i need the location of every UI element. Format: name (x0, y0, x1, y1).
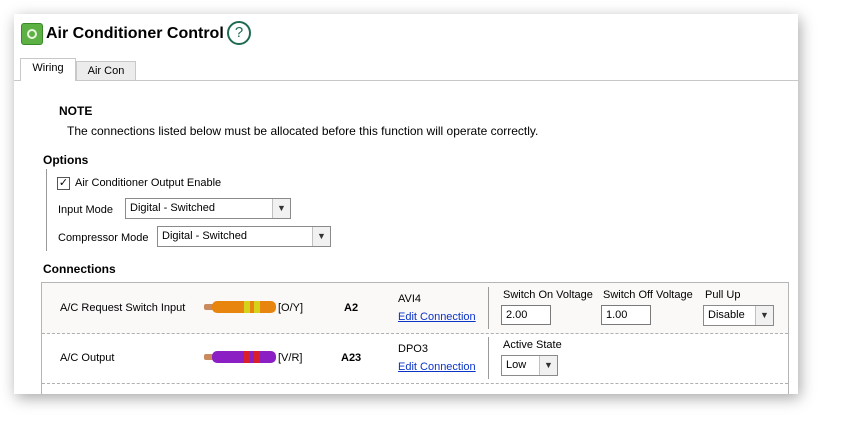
options-group-line (46, 169, 47, 251)
active-state-value: Low (506, 359, 527, 371)
edit-connection-link[interactable]: Edit Connection (398, 311, 476, 323)
options-heading: Options (43, 153, 89, 167)
chevron-down-icon[interactable]: ▼ (539, 356, 557, 375)
input-mode-value: Digital - Switched (130, 202, 215, 214)
connections-heading: Connections (43, 262, 116, 276)
title-bar: Air Conditioner Control ? (14, 14, 798, 58)
divider (488, 337, 489, 379)
output-enable-label: Air Conditioner Output Enable (75, 177, 222, 189)
divider (488, 287, 489, 329)
switch-off-voltage-label: Switch Off Voltage (603, 289, 693, 301)
edit-connection-link[interactable]: Edit Connection (398, 361, 476, 373)
window-title: Air Conditioner Control (46, 25, 224, 42)
output-enable-checkbox[interactable]: ✓ (57, 177, 70, 190)
pin-label: A2 (344, 302, 359, 314)
channel-label: AVI4 (398, 293, 422, 305)
tab-wiring[interactable]: Wiring (20, 58, 76, 81)
input-mode-label: Input Mode (58, 204, 114, 216)
switch-on-voltage-label: Switch On Voltage (503, 289, 593, 301)
chevron-down-icon[interactable]: ▼ (755, 306, 773, 325)
active-state-select[interactable]: Low ▼ (501, 355, 558, 376)
note-text: The connections listed below must be all… (67, 124, 539, 138)
channel-label: DPO3 (398, 343, 428, 355)
wire-orange-yellow-icon (204, 301, 276, 313)
connection-name: A/C Output (60, 352, 115, 364)
main-window: Air Conditioner Control ? Wiring Air Con… (14, 14, 798, 394)
app-icon (21, 23, 43, 45)
pull-up-select[interactable]: Disable ▼ (703, 305, 774, 326)
help-button[interactable]: ? (227, 21, 251, 45)
chevron-down-icon[interactable]: ▼ (272, 199, 290, 218)
compressor-mode-label: Compressor Mode (58, 232, 149, 244)
active-state-label: Active State (503, 339, 562, 351)
pin-label: A23 (341, 352, 362, 364)
wire-stripe (254, 301, 260, 313)
wire-stripe (244, 301, 250, 313)
chevron-down-icon[interactable]: ▼ (312, 227, 330, 246)
tab-air-con[interactable]: Air Con (76, 61, 136, 80)
compressor-mode-select[interactable]: Digital - Switched ▼ (157, 226, 331, 247)
tab-strip: Wiring Air Con (14, 58, 798, 81)
switch-on-voltage-input[interactable]: 2.00 (501, 305, 551, 325)
compressor-mode-value: Digital - Switched (162, 230, 247, 242)
pull-up-label: Pull Up (705, 289, 741, 301)
wire-code: [V/R] (278, 352, 303, 364)
switch-off-voltage-input[interactable]: 1.00 (601, 305, 651, 325)
connection-row-ac-output: A/C Output [V/R] A23 DPO3 Edit Connectio… (42, 333, 788, 384)
pull-up-value: Disable (708, 309, 745, 321)
wire-code: [O/Y] (278, 302, 304, 314)
connection-name: A/C Request Switch Input (60, 302, 186, 314)
connection-row-ac-request: A/C Request Switch Input [O/Y] A2 AVI4 E… (42, 283, 788, 334)
connections-panel: A/C Request Switch Input [O/Y] A2 AVI4 E… (41, 282, 789, 394)
wire-violet-red-icon (204, 351, 276, 363)
wire-stripe (254, 351, 260, 363)
wire-stripe (244, 351, 250, 363)
note-heading: NOTE (59, 104, 93, 118)
input-mode-select[interactable]: Digital - Switched ▼ (125, 198, 291, 219)
